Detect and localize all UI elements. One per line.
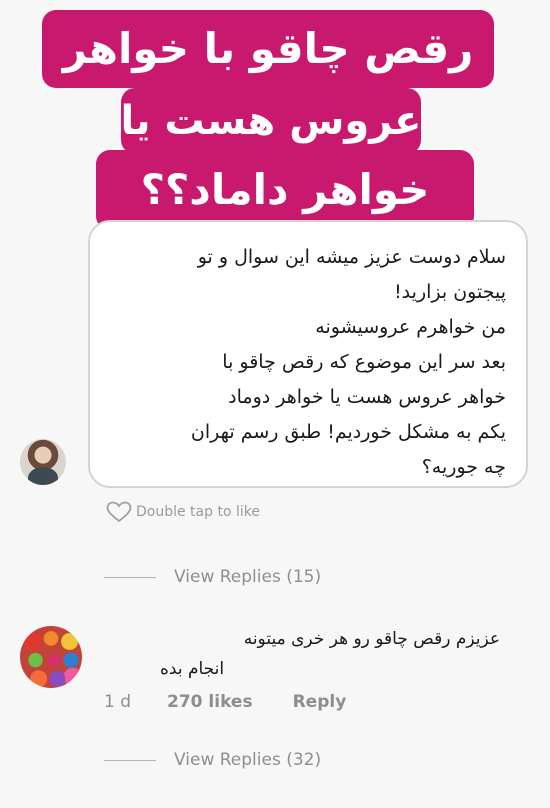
title-banner-line-1: رقص چاقو با خواهر <box>42 10 494 88</box>
question-line: چه جوریه؟ <box>421 456 506 478</box>
view-replies-label: View Replies (15) <box>174 567 322 587</box>
question-bubble: سلام دوست عزیز میشه این سوال و تو پیجتون… <box>88 220 528 488</box>
reply-comment-text: عزیزم رقص چاقو رو هر خری میتونه انجام بد… <box>80 624 500 684</box>
comment-timestamp: 1 d <box>104 692 132 712</box>
comment-line: عزیزم رقص چاقو رو هر خری میتونه <box>243 629 500 649</box>
avatar[interactable] <box>20 439 66 485</box>
question-text: سلام دوست عزیز میشه این سوال و تو پیجتون… <box>106 240 506 485</box>
question-line: سلام دوست عزیز میشه این سوال و تو <box>197 246 506 268</box>
question-line: من خواهرم عروسیشونه <box>315 316 506 338</box>
divider <box>104 576 156 578</box>
title-banner-line-2: عروس هست یا <box>121 88 421 154</box>
view-replies-button[interactable]: View Replies (32) <box>104 750 321 770</box>
likes-count[interactable]: 270 likes <box>167 692 253 712</box>
question-line: بعد سر این موضوع که رقص چاقو با <box>222 351 506 373</box>
view-replies-button[interactable]: View Replies (15) <box>104 567 321 587</box>
heart-icon[interactable] <box>106 501 132 523</box>
comment-line: انجام بده <box>160 659 225 679</box>
divider <box>104 759 156 761</box>
reply-button[interactable]: Reply <box>293 692 347 712</box>
question-line: خواهر عروس هست یا خواهر دوماد <box>228 386 506 408</box>
view-replies-label: View Replies (32) <box>174 750 322 770</box>
avatar[interactable] <box>20 626 82 688</box>
post-screenshot: رقص چاقو با خواهر عروس هست یا خواهر داما… <box>0 0 550 808</box>
title-banner-line-3: خواهر داماد؟؟ <box>96 150 474 230</box>
double-tap-like[interactable]: Double tap to like <box>106 500 260 524</box>
question-line: یکم به مشکل خوردیم! طبق رسم تهران <box>190 421 506 443</box>
question-line: پیجتون بزارید! <box>394 281 506 303</box>
comment-meta: 1 d 270 likes Reply <box>104 692 346 712</box>
like-prompt-label: Double tap to like <box>136 504 260 520</box>
